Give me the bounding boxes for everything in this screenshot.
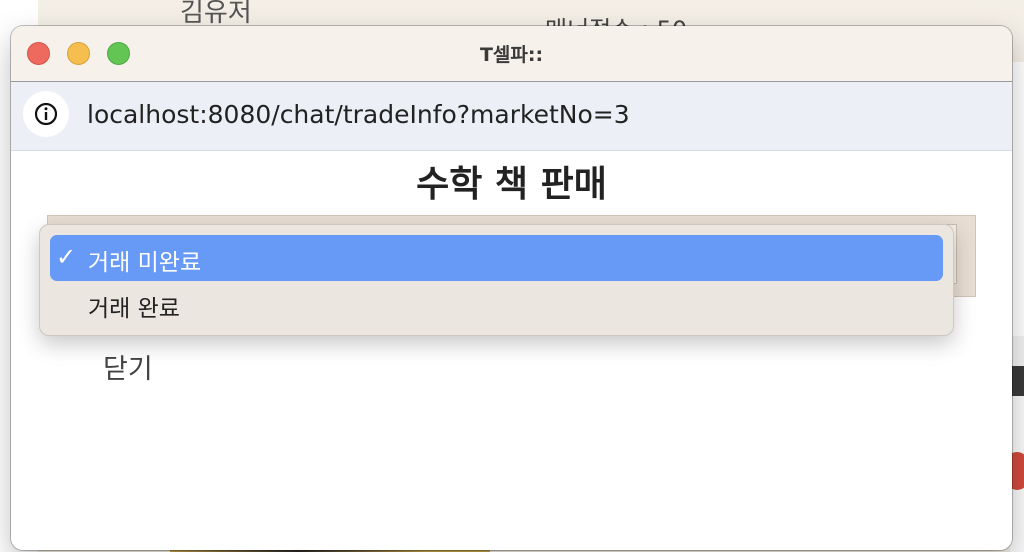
page-content: 수학 책 판매 닫기 [11, 151, 1012, 550]
option-trade-complete[interactable]: 거래 완료 [50, 281, 943, 327]
page-title: 수학 책 판매 [416, 164, 607, 205]
info-icon[interactable] [23, 91, 69, 137]
checkmark-icon: ✓ [56, 243, 77, 271]
option-trade-incomplete[interactable]: ✓ 거래 미완료 [50, 235, 943, 281]
url-field[interactable]: localhost:8080/chat/tradeInfo?marketNo=3 [87, 100, 630, 129]
address-bar: localhost:8080/chat/tradeInfo?marketNo=3 [11, 82, 1012, 151]
background-advertisement [1010, 336, 1024, 552]
option-label: 거래 완료 [88, 296, 180, 322]
trade-status-dropdown-menu: ✓ 거래 미완료 거래 완료 [39, 224, 954, 336]
window-title: T셀파:: [479, 44, 544, 66]
background-user-name: 김유저 [180, 0, 252, 28]
close-link[interactable]: 닫기 [103, 347, 153, 386]
option-label: 거래 미완료 [88, 250, 202, 276]
window-titlebar[interactable]: T셀파:: [11, 26, 1012, 82]
